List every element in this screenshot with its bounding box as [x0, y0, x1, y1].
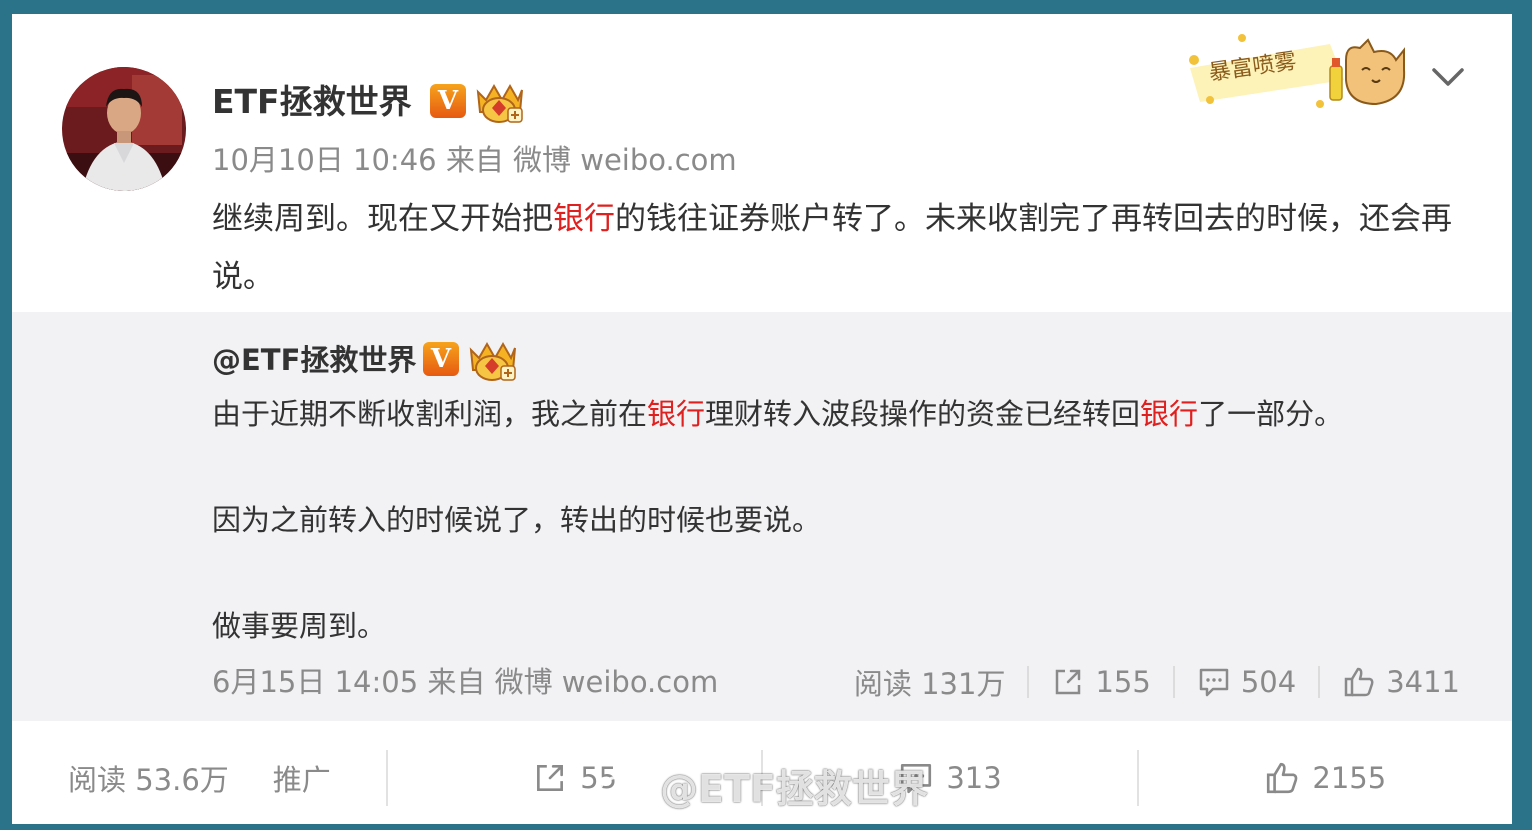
quoted-paragraph: 因为之前转入的时候说了，转出的时候也要说。: [212, 503, 822, 537]
comment-count: 504: [1240, 665, 1297, 699]
like-button[interactable]: 2155: [1139, 760, 1512, 796]
like-count: 2155: [1312, 761, 1387, 795]
verified-v-badge: V: [430, 84, 466, 118]
share-icon: [537, 765, 564, 791]
author-name[interactable]: ETF拯救世界: [212, 80, 412, 124]
weibo-post-card: ETF拯救世界 V 10月10日 10:46 来自 微博 weibo.com 继…: [12, 14, 1512, 824]
comment-icon: [1199, 668, 1229, 697]
text-part: 由于近期不断收割利润，我之前在: [212, 397, 648, 431]
comment-count: 313: [946, 761, 1002, 795]
read-count: 阅读 53.6万: [68, 763, 229, 797]
chevron-down-icon[interactable]: [1430, 62, 1466, 92]
sticker-image: 暴富喷雾: [1180, 30, 1412, 116]
read-promote-group: 阅读 53.6万 推广: [12, 757, 386, 799]
crown-badge-icon: [465, 336, 519, 382]
post-content: 继续周到。现在又开始把银行的钱往证券账户转了。未来收割完了再转回去的时候，还会再…: [212, 190, 1482, 306]
content-part: 继续周到。现在又开始把: [212, 201, 553, 237]
thumbs-up-icon: [1344, 667, 1374, 697]
like-count: 3411: [1386, 665, 1460, 699]
quoted-comment-button[interactable]: 504: [1175, 662, 1318, 702]
quoted-paragraph: 做事要周到。: [212, 609, 387, 643]
quoted-meta: 6月15日 14:05 来自 微博 weibo.com: [212, 665, 719, 699]
text-highlight[interactable]: 银行: [647, 397, 705, 431]
quoted-actions: 阅读 131万 155 504 3411: [832, 662, 1460, 702]
crown-badge-icon: [472, 78, 526, 124]
text-part: 理财转入波段操作的资金已经转回: [705, 397, 1141, 431]
read-count-text: 阅读 131万: [853, 667, 1006, 701]
quoted-read-count: 阅读 131万: [832, 662, 1028, 702]
verified-v-badge: V: [423, 342, 459, 376]
watermark-text: @ETF拯救世界: [660, 767, 928, 811]
quoted-paragraph: 由于近期不断收割利润，我之前在银行理财转入波段操作的资金已经转回银行了一部分。: [212, 394, 1343, 434]
post-meta: 10月10日 10:46 来自 微博 weibo.com: [212, 143, 737, 177]
retweeted-post[interactable]: @ETF拯救世界 V 由于近期不断收割利润，我之前在银行理财转入波段操作的资金已…: [12, 312, 1512, 721]
weibo-watermark: @ETF拯救世界: [596, 758, 928, 813]
text-highlight[interactable]: 银行: [1140, 397, 1198, 431]
quoted-like-button[interactable]: 3411: [1320, 662, 1460, 702]
text-part: 了一部分。: [1198, 397, 1344, 431]
share-icon: [1056, 669, 1081, 695]
quoted-author-name[interactable]: @ETF拯救世界: [212, 340, 416, 380]
repost-count: 155: [1095, 665, 1151, 699]
thumbs-up-icon: [1267, 762, 1298, 794]
avatar[interactable]: [62, 67, 186, 191]
promote-button[interactable]: 推广: [273, 757, 331, 799]
content-highlight[interactable]: 银行: [553, 201, 615, 237]
weibo-logo-icon: [598, 769, 648, 806]
quoted-repost-button[interactable]: 155: [1029, 662, 1172, 702]
